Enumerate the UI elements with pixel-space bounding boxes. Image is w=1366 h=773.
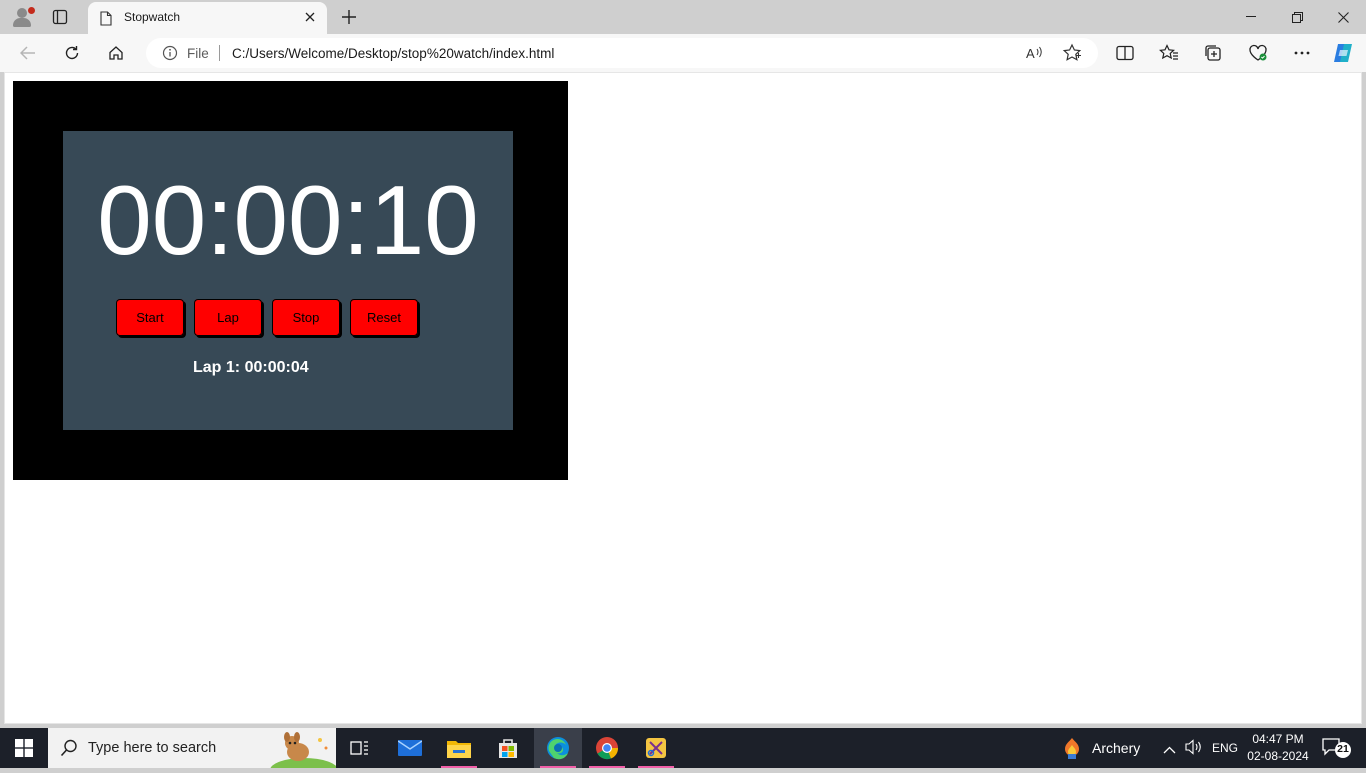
windows-taskbar: Type here to search Archery ENG 04:47 PM… (0, 728, 1366, 773)
page-icon (100, 11, 112, 31)
read-aloud-icon[interactable]: A (1024, 43, 1044, 68)
minimize-icon[interactable] (1228, 0, 1274, 34)
split-screen-icon[interactable] (1112, 41, 1138, 65)
browser-tab-bar: Stopwatch (0, 0, 1366, 34)
favorite-star-icon[interactable] (1062, 43, 1082, 68)
home-icon[interactable] (103, 41, 129, 65)
lap-entry: Lap 1: 00:00:04 (193, 359, 309, 376)
stop-button[interactable]: Stop (272, 299, 340, 336)
file-explorer-icon[interactable] (435, 728, 483, 768)
stopwatch-container: 00:00:10 Start Lap Stop Reset Lap 1: 00:… (13, 81, 568, 480)
stopwatch-display: 00:00:10 (97, 165, 479, 275)
refresh-icon[interactable] (59, 41, 85, 65)
stopwatch-controls: Start Lap Stop Reset (116, 299, 418, 336)
address-bar[interactable]: File C:/Users/Welcome/Desktop/stop%20wat… (146, 38, 1098, 68)
start-button[interactable]: Start (116, 299, 184, 336)
weather-icon[interactable] (1062, 737, 1082, 764)
taskbar-search[interactable]: Type here to search (48, 728, 338, 773)
lap-button[interactable]: Lap (194, 299, 262, 336)
search-placeholder: Type here to search (88, 740, 217, 756)
collections-icon[interactable] (1200, 41, 1226, 65)
clock-time: 04:47 PM (1252, 732, 1304, 746)
close-window-icon[interactable] (1320, 0, 1366, 34)
volume-icon[interactable] (1185, 739, 1203, 760)
language-indicator[interactable]: ENG (1212, 741, 1238, 755)
edge-icon[interactable] (534, 728, 582, 768)
browser-toolbar: File C:/Users/Welcome/Desktop/stop%20wat… (0, 34, 1366, 72)
search-icon (60, 739, 78, 762)
tab-stopwatch[interactable]: Stopwatch (88, 2, 327, 34)
address-url[interactable]: C:/Users/Welcome/Desktop/stop%20watch/in… (232, 46, 554, 61)
more-menu-icon[interactable] (1289, 41, 1315, 65)
notification-count: 21 (1337, 743, 1349, 755)
weather-label[interactable]: Archery (1092, 740, 1140, 756)
notification-center-icon[interactable]: 21 (1322, 737, 1352, 759)
restore-icon[interactable] (1274, 0, 1320, 34)
windows-start-icon[interactable] (0, 728, 48, 768)
search-highlight-illustration-icon (270, 728, 338, 773)
snipping-tool-icon[interactable] (632, 728, 680, 768)
microsoft-store-icon[interactable] (484, 728, 532, 768)
copilot-icon[interactable] (1330, 41, 1356, 65)
chrome-icon[interactable] (583, 728, 631, 768)
favorites-icon[interactable] (1156, 41, 1182, 65)
back-icon[interactable] (15, 41, 41, 65)
close-tab-icon[interactable] (301, 8, 319, 26)
mail-icon[interactable] (386, 728, 434, 768)
clock-date: 02-08-2024 (1247, 749, 1309, 763)
new-tab-icon[interactable] (338, 6, 360, 28)
chevron-up-icon[interactable] (1163, 741, 1176, 759)
system-clock[interactable]: 04:47 PM 02-08-2024 (1242, 731, 1314, 765)
address-scheme-label: File (187, 46, 209, 61)
task-view-icon[interactable] (336, 728, 384, 768)
reset-button[interactable]: Reset (350, 299, 418, 336)
page-viewport: 00:00:10 Start Lap Stop Reset Lap 1: 00:… (4, 72, 1362, 724)
profile-avatar-icon[interactable] (8, 4, 36, 30)
tab-actions-icon[interactable] (48, 6, 72, 28)
browser-essentials-icon[interactable] (1245, 41, 1271, 65)
stopwatch-panel: 00:00:10 Start Lap Stop Reset Lap 1: 00:… (63, 131, 513, 430)
svg-text:A: A (1026, 46, 1035, 61)
address-divider (219, 45, 220, 61)
tab-title: Stopwatch (124, 10, 181, 24)
info-icon[interactable] (162, 45, 178, 66)
